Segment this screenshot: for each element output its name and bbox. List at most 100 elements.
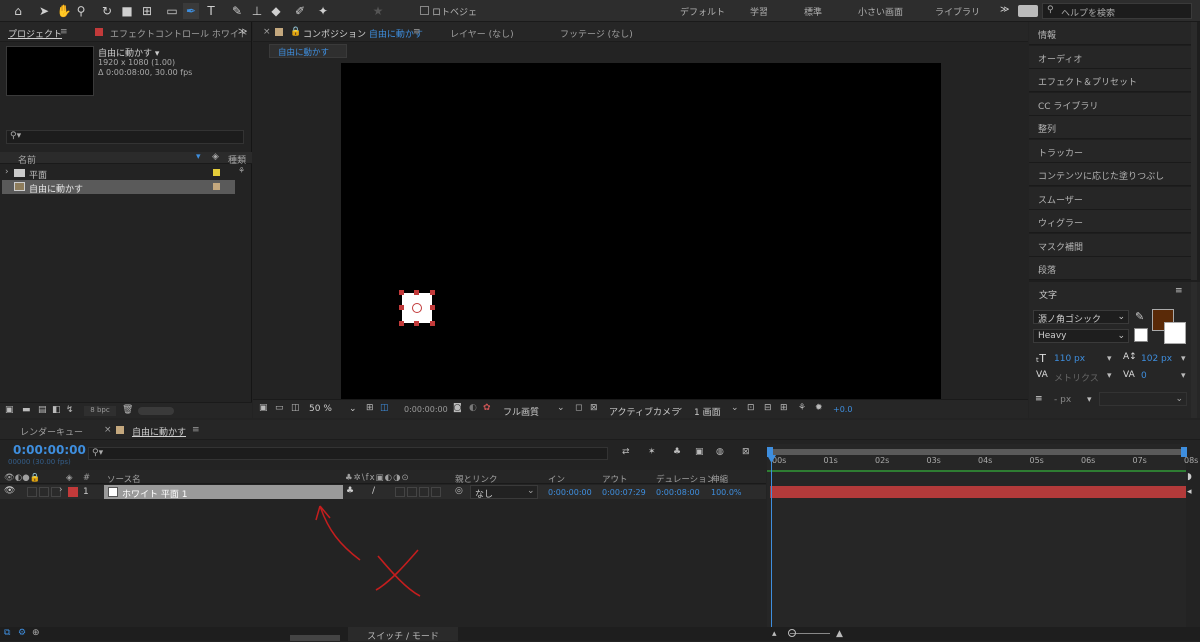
expand-modes-icon[interactable]: ⚙ (18, 628, 26, 638)
type-tool-icon[interactable]: T (203, 3, 219, 19)
workspace-learn[interactable]: 学習 (750, 5, 768, 18)
frame-blending-icon[interactable]: ▣ (695, 447, 704, 457)
character-scrollbar[interactable] (1191, 282, 1197, 418)
shy-switch-icon[interactable]: ♣ (346, 486, 354, 496)
roi-icon[interactable]: ◻ (575, 403, 582, 413)
list-item[interactable]: › 平面 ⚘ (0, 166, 252, 181)
magnification-icon[interactable]: ▣ (259, 403, 268, 413)
layer-name-cell[interactable]: ホワイト 平面 1 (104, 485, 343, 500)
tab-render-queue[interactable]: レンダーキュー (20, 425, 83, 438)
viewer-timecode[interactable]: 0:00:00:00 (404, 405, 448, 414)
motion-blur-switch[interactable] (419, 487, 429, 497)
zoom-slider-track[interactable] (790, 633, 830, 634)
chevron-down-icon[interactable]: ▾ (1087, 395, 1092, 405)
col-stretch[interactable]: 伸縮 (711, 473, 728, 485)
zoom-out-icon[interactable]: ▴ (772, 629, 777, 639)
col-source-name[interactable]: ソース名 (107, 473, 141, 485)
brush-tool-icon[interactable]: ✎ (229, 3, 245, 19)
panel-mask-interpolation[interactable]: マスク補間 (1029, 234, 1197, 257)
expand-arrow-icon[interactable]: › (59, 485, 63, 495)
exposure-reset-icon[interactable]: ✹ (815, 403, 823, 413)
workspace-libraries[interactable]: ライブラリ (935, 5, 980, 18)
eraser-tool-icon[interactable]: ◆ (268, 3, 284, 19)
chevron-down-icon[interactable]: ⌄ (557, 403, 565, 413)
hand-tool-icon[interactable]: ✋ (56, 3, 72, 19)
layer-in[interactable]: 0:00:00:00 (548, 488, 592, 497)
transparency-grid-icon[interactable]: ⊠ (590, 403, 598, 413)
panel-menu-icon[interactable]: ≡ (60, 27, 68, 37)
new-comp-icon[interactable]: ▤ (38, 405, 47, 415)
col-type[interactable]: 種類 (228, 153, 246, 166)
fast-preview-icon[interactable]: ⊟ (764, 403, 772, 413)
close-icon[interactable]: × (263, 27, 271, 37)
tab-timeline-comp[interactable]: 自由に動かす (132, 425, 186, 438)
zoom-slider-thumb[interactable] (788, 629, 796, 637)
puppet-tool-icon[interactable]: ✦ (315, 3, 331, 19)
thumbnail-slider[interactable] (138, 407, 174, 415)
show-snapshot-icon[interactable]: ◐ (469, 403, 477, 413)
timeline-track-area[interactable]: 00s 01s 02s 03s 04s 05s 06s 07s 08s (767, 444, 1198, 634)
clone-stamp-tool-icon[interactable]: ⊥ (249, 3, 265, 19)
effect-switch[interactable] (395, 487, 405, 497)
tab-composition[interactable]: コンポジション 自由に動かす (303, 27, 423, 40)
chevron-down-icon[interactable]: ⌄ (676, 403, 684, 413)
monitor-icon[interactable]: ▭ (275, 403, 284, 413)
flowchart-icon[interactable]: ↯ (66, 405, 74, 415)
panel-effects-presets[interactable]: エフェクト＆プリセット (1029, 69, 1197, 92)
panel-content-aware-fill[interactable]: コンテンツに応じた塗りつぶし (1029, 163, 1197, 186)
channel-icon[interactable]: ✿ (483, 403, 491, 413)
panel-overflow-icon[interactable]: ≫ (238, 27, 247, 37)
panel-menu-icon[interactable]: ≡ (192, 425, 200, 435)
playhead-line[interactable] (771, 456, 772, 634)
chevron-down-icon[interactable]: ▾ (1107, 371, 1112, 381)
pen-tool-icon[interactable]: ✒ (183, 3, 199, 19)
panel-tracker[interactable]: トラッカー (1029, 140, 1197, 163)
roto-brush-tool-icon[interactable]: ✐ (292, 3, 308, 19)
layer-duration[interactable]: 0:00:08:00 (656, 488, 700, 497)
parent-select[interactable]: なし ⌄ (470, 485, 538, 500)
panel-menu-icon[interactable]: ≡ (1175, 286, 1183, 296)
panel-paragraph[interactable]: 段落 (1029, 257, 1197, 280)
eyedropper-icon[interactable]: ✎ (1135, 310, 1144, 323)
col-duration[interactable]: デュレーション (656, 473, 715, 485)
font-style-select[interactable]: Heavy ⌄ (1033, 329, 1129, 343)
eye-icon[interactable]: 👁 (4, 486, 15, 496)
selection-tool-icon[interactable]: ➤ (36, 3, 52, 19)
workspace-more[interactable]: ≫ (1000, 5, 1009, 15)
draft-3d-icon[interactable]: ✶ (648, 447, 656, 457)
shy-icon[interactable]: ♣ (673, 447, 681, 457)
stroke-color-swatch[interactable] (1164, 322, 1186, 344)
chevron-down-icon[interactable]: ⌄ (731, 403, 739, 413)
zoom-tool-icon[interactable]: ⚲ (73, 3, 89, 19)
white-solid-layer[interactable] (399, 290, 435, 326)
chevron-down-icon[interactable]: ▾ (1181, 354, 1186, 364)
timeline-timecode[interactable]: 0:00:00:00 (13, 443, 86, 457)
tracking-value[interactable]: 0 (1141, 371, 1147, 381)
work-area-bar[interactable] (767, 449, 1186, 455)
adjust-project-icon[interactable]: ◧ (52, 405, 61, 415)
expand-arrow-icon[interactable]: › (5, 167, 9, 177)
breadcrumb[interactable]: 自由に動かす (269, 44, 347, 58)
rotate-tool-icon[interactable]: ↻ (99, 3, 115, 19)
horizontal-scrollbar[interactable] (290, 635, 340, 641)
bpc-button[interactable]: 8 bpc (84, 406, 116, 416)
pan-behind-tool-icon[interactable]: ⊞ (139, 3, 155, 19)
panel-cc-libraries[interactable]: CC ライブラリ (1029, 93, 1197, 116)
handle-bl[interactable] (399, 321, 404, 326)
snapshot-icon[interactable]: ◙ (453, 403, 462, 413)
stroke-width-value[interactable]: - px (1054, 395, 1071, 405)
zoom-in-icon[interactable]: ▲ (836, 629, 843, 639)
workspace-small-screen[interactable]: 小さい画面 (858, 5, 903, 18)
graph-editor-icon[interactable]: ⊠ (742, 447, 750, 457)
tab-footage[interactable]: フッテージ (なし) (560, 27, 633, 40)
panel-align[interactable]: 整列 (1029, 116, 1197, 139)
tab-project[interactable]: プロジェクト (8, 27, 62, 40)
kerning-value[interactable]: メトリクス (1054, 371, 1099, 384)
audio-toggle[interactable] (27, 487, 37, 497)
lock-icon[interactable]: 🔒 (290, 27, 301, 37)
toggle-pixel-icon[interactable]: ⊡ (747, 403, 755, 413)
project-search-input[interactable]: ⚲▾ (6, 130, 244, 144)
time-ruler[interactable]: 00s 01s 02s 03s 04s 05s 06s 07s 08s (767, 456, 1198, 470)
leading-value[interactable]: 102 px (1141, 354, 1172, 364)
flowchart-icon[interactable]: ⚘ (798, 403, 806, 413)
